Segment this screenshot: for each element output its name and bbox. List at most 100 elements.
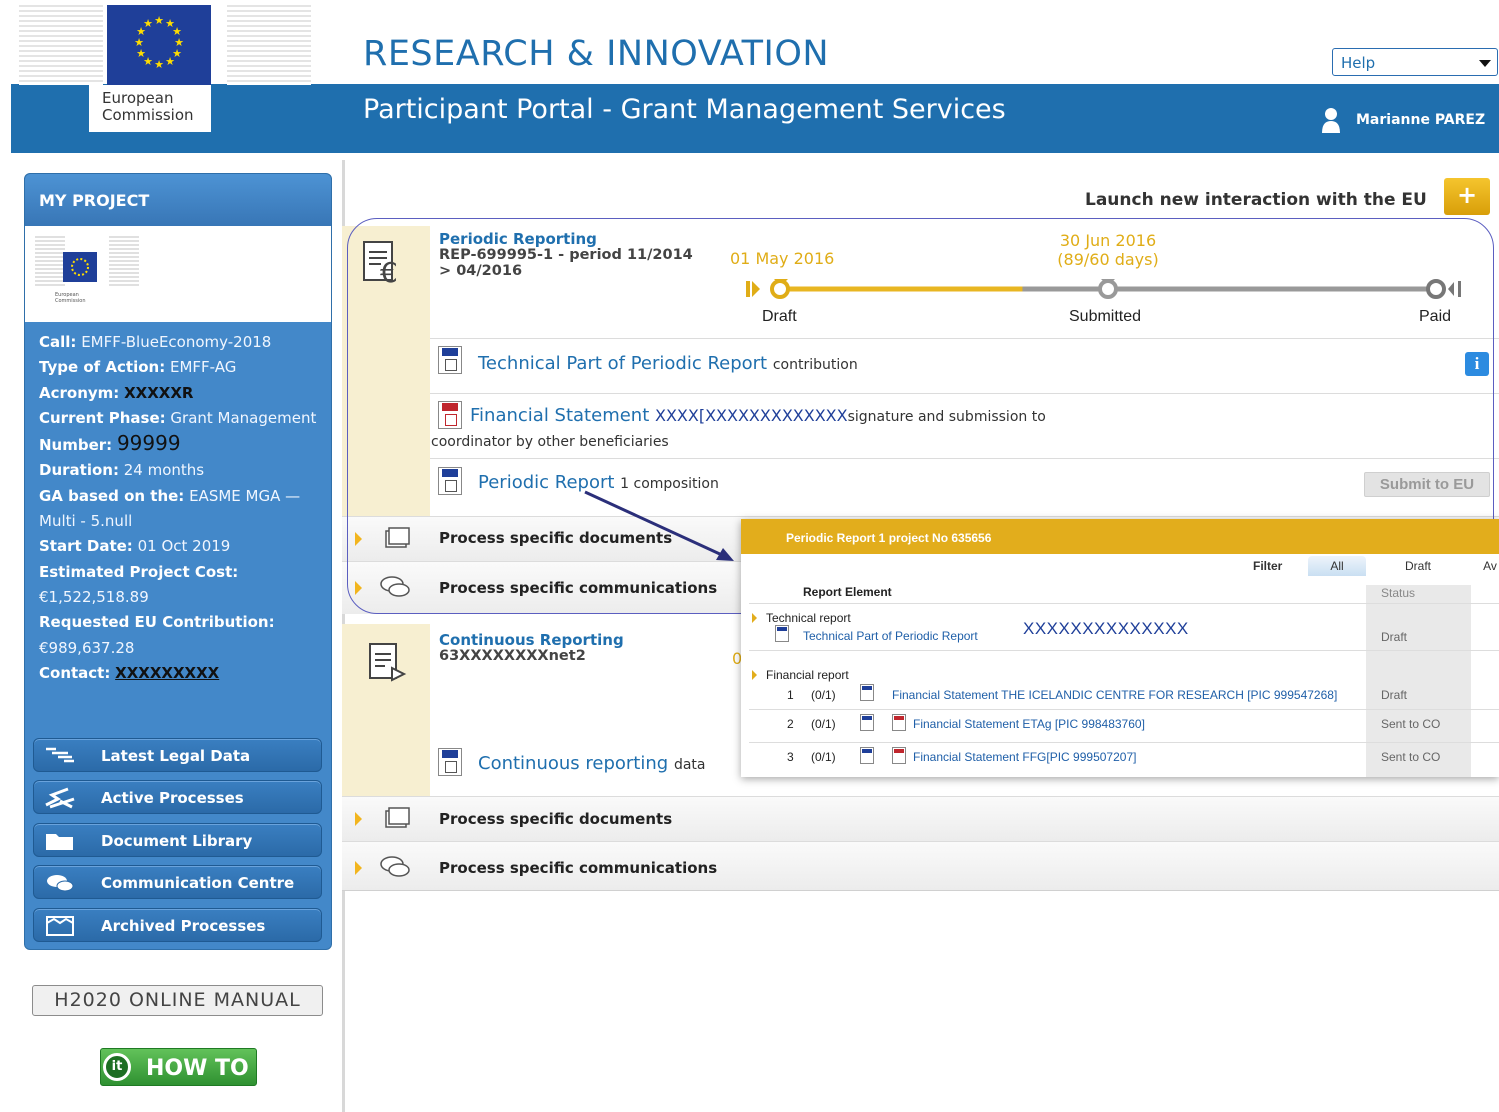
xml-document-icon [438, 346, 462, 374]
how-to-label: HOW TO [146, 1056, 249, 1081]
financial-statement-row-link[interactable]: Financial Statement THE ICELANDIC CENTRE… [892, 688, 1337, 702]
button-label: Archived Processes [101, 917, 266, 935]
info-icon[interactable]: i [1465, 352, 1489, 376]
periodic-report-note: 1 composition [620, 476, 719, 492]
step-submitted-dot [1098, 279, 1118, 299]
technical-part-link[interactable]: Technical Part of Periodic Report [478, 353, 767, 374]
svg-text:★: ★ [143, 17, 153, 30]
filter-tab-draft[interactable]: Draft [1386, 556, 1450, 576]
submit-to-eu-button[interactable]: Submit to EU [1364, 472, 1490, 497]
submitted-date: 30 Jun 2016 [1059, 231, 1157, 250]
info-phase: Current Phase: Grant Management [39, 406, 324, 431]
xml-document-icon [438, 748, 462, 776]
expand-icon [355, 581, 362, 595]
step-draft-dot [770, 279, 790, 299]
periodic-report-item: Periodic Report 1 composition [478, 472, 719, 493]
launch-interaction-label: Launch new interaction with the EU [1085, 190, 1427, 210]
process-communications-row-2[interactable]: Process specific communications [342, 841, 1499, 891]
step-submitted-label: Submitted [1069, 308, 1142, 325]
how-to-button[interactable]: it HOW TO [100, 1048, 257, 1086]
portal-title: Participant Portal - Grant Management Se… [363, 94, 1006, 125]
info-number: Number: 99999 [39, 431, 324, 458]
filter-tab-all[interactable]: All [1308, 556, 1366, 576]
periodic-reporting-title[interactable]: Periodic Reporting [439, 230, 597, 248]
timeline-track [746, 279, 1461, 299]
continuous-reporting-link[interactable]: Continuous reporting [478, 753, 668, 774]
pdf-document-icon [892, 714, 906, 731]
button-label: Active Processes [101, 789, 244, 807]
xml-document-icon [438, 467, 462, 495]
divider [430, 338, 1499, 339]
xml-tag [862, 716, 872, 720]
continuous-reporting-title[interactable]: Continuous Reporting [439, 631, 624, 649]
pdf-tag [894, 716, 904, 720]
process-communications-label: Process specific communications [439, 859, 718, 877]
info-key: Start Date: [39, 537, 133, 556]
info-value: 99999 [116, 431, 181, 456]
pdf-tag [442, 403, 458, 411]
popup-divider [749, 603, 1499, 604]
report-element-header: Report Element [803, 585, 892, 599]
financial-statement-link[interactable]: Financial Statement [470, 405, 649, 426]
button-label: Latest Legal Data [101, 747, 251, 765]
archived-processes-button[interactable]: Archived Processes [33, 908, 322, 942]
site-title[interactable]: RESEARCH & INNOVATION [363, 34, 829, 74]
periodic-reporting-period: > 04/2016 [439, 263, 523, 279]
eu-flag-icon: ★ ★ ★ ★ ★ ★ ★ ★ ★ ★ ★ ★ [107, 5, 211, 85]
legal-data-icon [46, 747, 74, 763]
row-status: Sent to CO [1381, 717, 1441, 731]
mini-stripes-right [109, 236, 139, 286]
expand-icon [355, 861, 362, 875]
periodic-report-link[interactable]: Periodic Report [478, 472, 614, 493]
timeline-end-bar [1458, 281, 1461, 297]
technical-report-group: Technical report [766, 611, 851, 625]
financial-report-group: Financial report [766, 668, 849, 682]
help-select[interactable]: Help [1332, 48, 1498, 76]
xml-document-icon [860, 747, 874, 764]
row-count: (0/1) [811, 717, 836, 731]
financial-statement-item: Financial Statement XXXX[XXXXXXXXXXXXXsi… [470, 405, 1046, 426]
filter-tab-available[interactable]: Av [1481, 556, 1499, 576]
svg-text:€: € [380, 256, 398, 288]
ec-logo[interactable]: ★ ★ ★ ★ ★ ★ ★ ★ ★ ★ ★ ★ European Commission [11, 5, 311, 132]
info-est-cost: Estimated Project Cost: €1,522,518.89 [39, 560, 324, 611]
active-processes-button[interactable]: Active Processes [33, 780, 322, 814]
info-key: Acronym: [39, 383, 120, 402]
ec-label-line1: European [102, 89, 174, 107]
xml-tag [862, 686, 872, 690]
document-library-button[interactable]: Document Library [33, 823, 322, 857]
chevron-down-icon [1479, 60, 1491, 67]
technical-part-popup-link[interactable]: Technical Part of Periodic Report [803, 629, 978, 643]
communication-centre-button[interactable]: Communication Centre [33, 865, 322, 899]
contact-link[interactable]: XXXXXXXXX [115, 664, 219, 682]
timeline-start-arrow [752, 281, 760, 297]
xml-document-icon [860, 684, 874, 701]
timeline-start-bar [746, 281, 750, 297]
row-number: 1 [787, 688, 794, 702]
technical-part-item: Technical Part of Periodic Report contri… [478, 353, 858, 374]
filter-label: Filter [1253, 559, 1283, 573]
user-icon [1322, 108, 1340, 133]
latest-legal-data-button[interactable]: Latest Legal Data [33, 738, 322, 772]
launch-interaction-button[interactable]: + [1444, 178, 1490, 215]
pdf-document-icon [892, 747, 906, 764]
online-manual-button[interactable]: H2020 ONLINE MANUAL [32, 985, 323, 1016]
process-documents-row-2[interactable]: Process specific documents [342, 796, 1499, 841]
expand-icon [355, 532, 362, 546]
technical-status: Draft [1381, 630, 1408, 644]
speech-bubbles-icon [380, 576, 410, 597]
financial-statement-redacted: XXXX[XXXXXXXXXXXXX [655, 406, 848, 425]
financial-statement-row-link[interactable]: Financial Statement FFG[PIC 999507207] [913, 750, 1136, 764]
info-eu-contribution: Requested EU Contribution: €989,637.28 [39, 610, 324, 661]
info-start-date: Start Date: 01 Oct 2019 [39, 534, 324, 559]
popup-divider [749, 650, 1499, 651]
info-type: Type of Action: EMFF-AG [39, 355, 324, 380]
divider [430, 458, 1499, 459]
button-label: Communication Centre [101, 874, 295, 892]
doc-lines [445, 480, 457, 492]
info-key: Call: [39, 333, 77, 351]
process-documents-label: Process specific documents [439, 810, 673, 828]
timeline-end-arrow [1448, 282, 1454, 296]
financial-statement-row-link[interactable]: Financial Statement ETAg [PIC 998483760] [913, 717, 1145, 731]
mini-stripes-left [35, 236, 65, 286]
